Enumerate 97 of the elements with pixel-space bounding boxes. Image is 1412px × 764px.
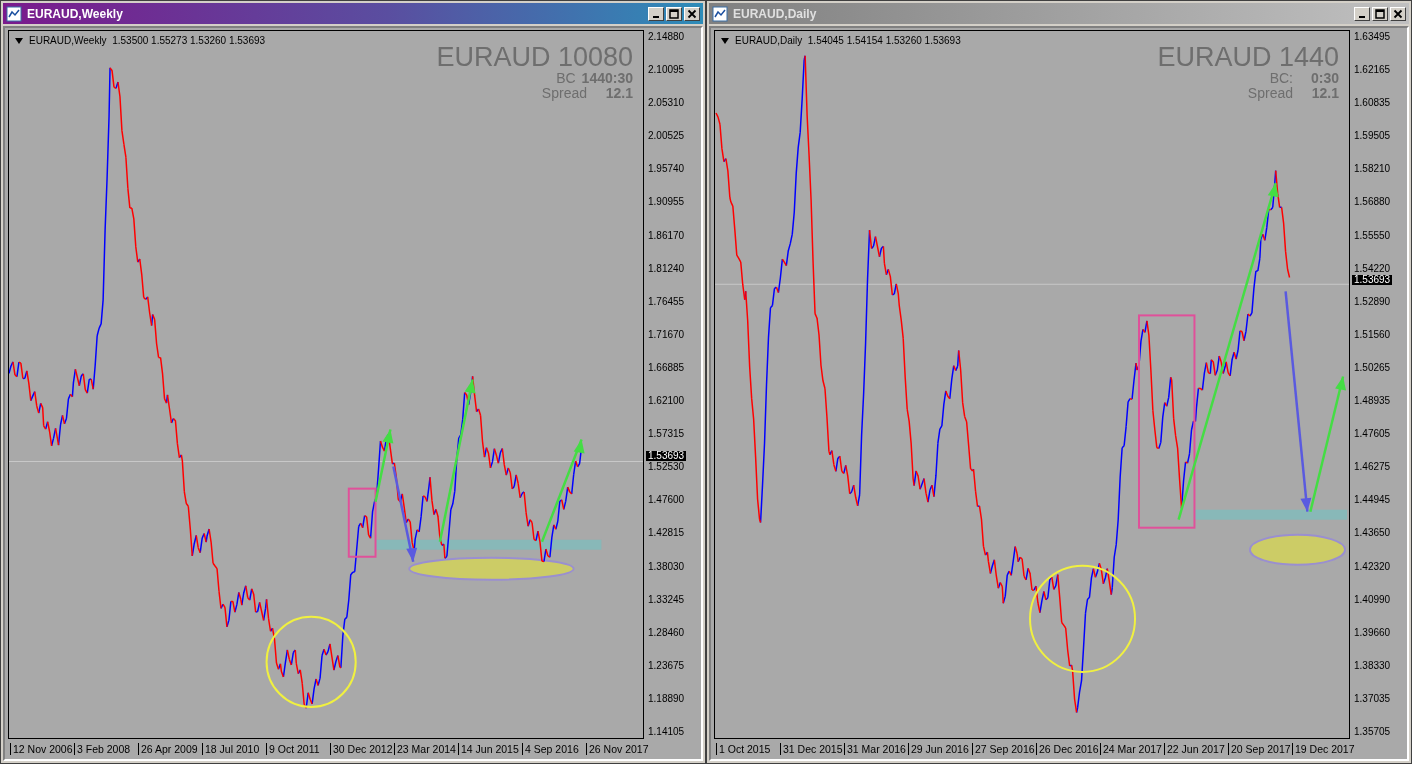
symbol-label: EURAUD 1440	[1157, 43, 1339, 71]
price-tick-label: 1.28460	[648, 625, 686, 640]
price-tick-label: 2.05310	[648, 96, 686, 111]
price-tick-label: 1.76455	[648, 294, 686, 309]
price-tick-label: 1.42320	[1354, 559, 1392, 574]
date-tick-label: 22 Jun 2017	[1164, 743, 1228, 755]
price-tick-label: 1.38030	[648, 559, 686, 574]
date-tick-label: 1 Oct 2015	[716, 743, 780, 755]
date-tick-label: 3 Feb 2008	[74, 743, 138, 755]
date-tick-label: 12 Nov 2006	[10, 743, 74, 755]
price-tick-label: 1.62100	[648, 394, 686, 409]
maximize-button[interactable]	[1372, 6, 1388, 21]
symbol-label: EURAUD 10080	[436, 43, 633, 71]
date-tick-label: 20 Sep 2017	[1228, 743, 1292, 755]
date-tick-label: 9 Oct 2011	[266, 743, 330, 755]
date-tick-label: 27 Sep 2016	[972, 743, 1036, 755]
chart-icon	[6, 5, 22, 22]
price-tick-label: 1.46275	[1354, 460, 1392, 475]
current-price-badge: 1.53693	[646, 451, 687, 462]
price-tick-label: 1.50265	[1354, 360, 1392, 375]
spread-label: Spread	[541, 86, 587, 101]
date-tick-label: 31 Mar 2016	[844, 743, 908, 755]
maximize-icon	[1375, 8, 1385, 19]
price-tick-label: 1.33245	[648, 592, 686, 607]
maximize-button[interactable]	[666, 6, 682, 21]
price-tick-label: 1.71670	[648, 327, 686, 342]
price-tick-label: 1.58210	[1354, 162, 1392, 177]
close-icon	[1393, 8, 1403, 19]
price-tick-label: 1.38330	[1354, 658, 1392, 673]
bar-countdown-value: 1440:30	[581, 71, 633, 86]
window-title: EURAUD,Daily	[733, 6, 818, 21]
date-tick-label: 26 Apr 2009	[138, 743, 202, 755]
minimize-icon	[1359, 15, 1365, 18]
date-tick-label: 23 Mar 2014	[394, 743, 458, 755]
price-tick-label: 2.14880	[648, 30, 686, 44]
price-tick-label: 1.39660	[1354, 625, 1392, 640]
chart-icon	[712, 5, 728, 22]
bar-countdown-label: BC:	[1269, 71, 1293, 86]
spread-value: 12.1	[604, 86, 633, 101]
dropdown-triangle-icon[interactable]	[721, 37, 729, 44]
date-tick-label: 19 Dec 2017	[1292, 743, 1356, 755]
price-tick-label: 1.51560	[1354, 327, 1392, 342]
price-tick-label: 1.86170	[648, 228, 686, 243]
price-tick-label: 1.81240	[648, 261, 686, 276]
close-icon	[687, 8, 697, 19]
current-price-badge: 1.53693	[1352, 275, 1393, 286]
price-tick-label: 1.37035	[1354, 691, 1392, 706]
price-tick-label: 1.52530	[648, 460, 686, 475]
price-tick-label: 1.44945	[1354, 493, 1392, 508]
price-tick-label: 1.47605	[1354, 427, 1392, 442]
price-tick-label: 1.59505	[1354, 129, 1392, 144]
date-tick-label: 18 Jul 2010	[202, 743, 266, 755]
price-tick-label: 1.23675	[648, 658, 686, 673]
price-tick-label: 1.90955	[648, 195, 686, 210]
minimize-button[interactable]	[648, 6, 664, 21]
date-tick-label: 4 Sep 2016	[522, 743, 586, 755]
maximize-icon	[669, 8, 679, 19]
date-tick-label: 31 Dec 2015	[780, 743, 844, 755]
price-tick-label: 1.57315	[648, 427, 686, 442]
price-tick-label: 1.56880	[1354, 195, 1392, 210]
price-tick-label: 2.00525	[648, 129, 686, 144]
close-button[interactable]	[1390, 6, 1406, 21]
window-title: EURAUD,Weekly	[27, 6, 124, 21]
spread-label: Spread	[1247, 86, 1293, 101]
price-tick-label: 1.42815	[648, 526, 686, 541]
price-tick-label: 1.55550	[1354, 228, 1392, 243]
date-tick-label: 30 Dec 2012	[330, 743, 394, 755]
price-tick-label: 1.54220	[1354, 261, 1392, 275]
date-tick-label: 29 Jun 2016	[908, 743, 972, 755]
bar-countdown-value: 0:30	[1309, 71, 1339, 86]
minimize-icon	[653, 15, 659, 18]
date-tick-label: 26 Nov 2017	[586, 743, 650, 755]
price-tick-label: 1.60835	[1354, 96, 1392, 111]
price-tick-label: 1.95740	[648, 162, 686, 177]
price-tick-label: 1.35705	[1354, 724, 1392, 739]
date-tick-label: 14 Jun 2015	[458, 743, 522, 755]
price-tick-label: 1.47600	[648, 493, 686, 508]
price-tick-label: 1.18890	[648, 691, 686, 706]
price-tick-label: 1.52890	[1354, 294, 1392, 309]
dropdown-triangle-icon[interactable]	[15, 37, 23, 44]
price-tick-label: 1.14105	[648, 724, 686, 739]
price-info: EURAUD,Weekly 1.53500 1.55273 1.53260 1.53693	[29, 35, 266, 46]
close-button[interactable]	[684, 6, 700, 21]
date-tick-label: 24 Mar 2017	[1100, 743, 1164, 755]
highlight-rectangle	[347, 487, 377, 558]
price-info: EURAUD,Daily 1.54045 1.54154 1.53260 1.53693	[735, 35, 961, 46]
date-tick-label: 26 Dec 2016	[1036, 743, 1100, 755]
price-tick-label: 1.63495	[1354, 30, 1392, 44]
price-tick-label: 1.43650	[1354, 526, 1392, 541]
price-tick-label: 1.40990	[1354, 592, 1392, 607]
minimize-button[interactable]	[1354, 6, 1370, 21]
price-tick-label: 1.62165	[1354, 63, 1392, 78]
spread-value: 12.1	[1310, 86, 1339, 101]
bar-countdown-label: BC	[556, 71, 576, 86]
price-tick-label: 1.66885	[648, 360, 686, 375]
price-tick-label: 1.48935	[1354, 394, 1392, 409]
price-tick-label: 2.10095	[648, 63, 686, 78]
